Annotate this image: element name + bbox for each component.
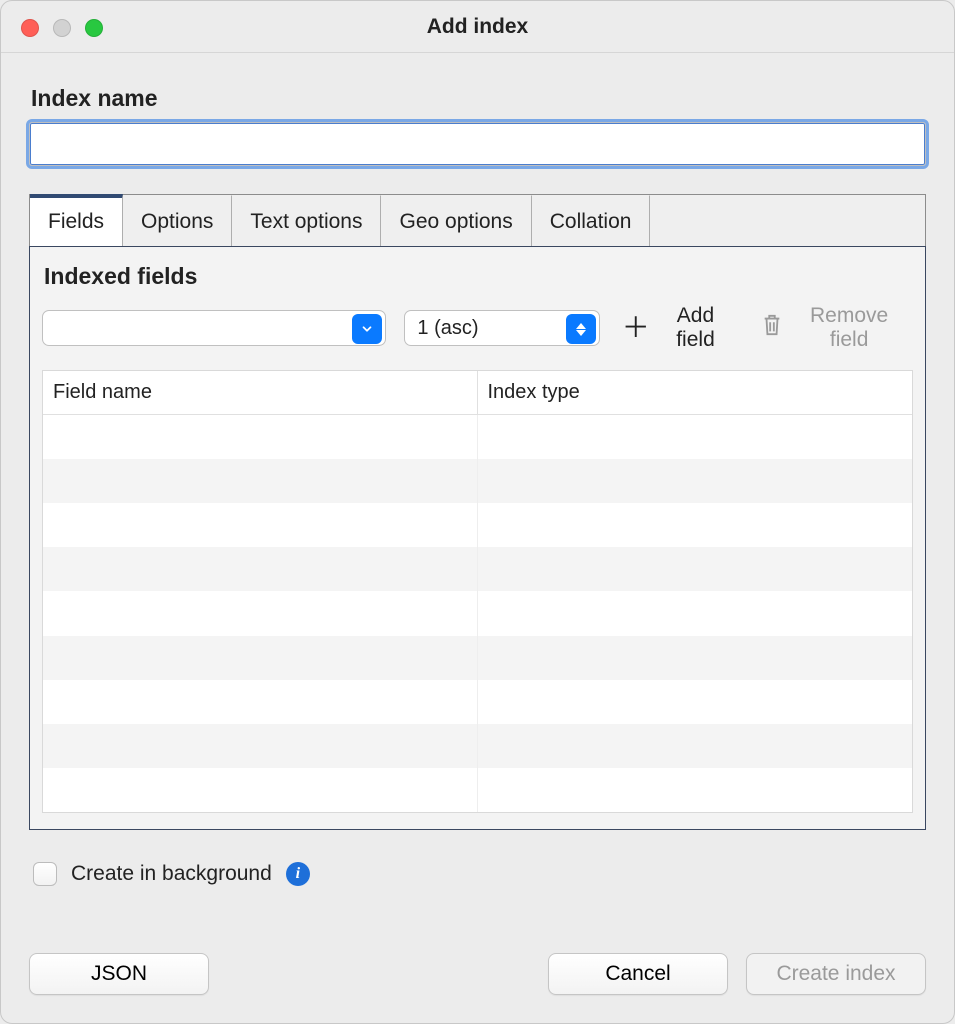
create-in-background-checkbox[interactable] [33, 862, 57, 886]
table-header: Field name Index type [43, 371, 912, 415]
fields-panel: Indexed fields 1 (asc) ＋ Add field [29, 246, 926, 830]
add-field-button[interactable]: ＋ Add field [618, 304, 740, 352]
table-row[interactable] [43, 547, 912, 591]
table-row[interactable] [43, 415, 912, 459]
zoom-window-button[interactable] [85, 19, 103, 37]
table-row[interactable] [43, 768, 912, 812]
cell-field-name [43, 636, 478, 680]
background-option-row: Create in background i [29, 830, 926, 886]
cell-field-name [43, 680, 478, 724]
cell-field-name [43, 459, 478, 503]
table-row[interactable] [43, 591, 912, 635]
table-row[interactable] [43, 503, 912, 547]
updown-icon [566, 314, 596, 344]
plus-icon: ＋ [622, 314, 650, 342]
col-field-name[interactable]: Field name [43, 371, 478, 414]
tab-text-options[interactable]: Text options [232, 195, 381, 246]
cell-field-name [43, 768, 478, 812]
tab-options[interactable]: Options [123, 195, 232, 246]
indexed-fields-heading: Indexed fields [44, 263, 913, 290]
add-index-dialog: Add index Index name Fields Options Text… [0, 0, 955, 1024]
create-index-button[interactable]: Create index [746, 953, 926, 995]
col-index-type[interactable]: Index type [478, 371, 913, 414]
index-name-label: Index name [31, 85, 926, 112]
dialog-footer: JSON Cancel Create index [1, 929, 954, 1023]
cancel-button[interactable]: Cancel [548, 953, 728, 995]
table-row[interactable] [43, 724, 912, 768]
index-order-select[interactable]: 1 (asc) [404, 310, 599, 346]
cell-field-name [43, 547, 478, 591]
cell-index-type [478, 503, 913, 547]
tab-bar: Fields Options Text options Geo options … [29, 194, 926, 246]
remove-field-button[interactable]: Remove field [757, 304, 913, 352]
cell-index-type [478, 459, 913, 503]
create-in-background-label: Create in background [71, 862, 272, 886]
table-row[interactable] [43, 636, 912, 680]
traffic-lights [21, 19, 103, 37]
tab-collation[interactable]: Collation [532, 195, 651, 246]
cell-index-type [478, 591, 913, 635]
window-title: Add index [427, 15, 529, 39]
tab-geo-options[interactable]: Geo options [381, 195, 531, 246]
info-icon[interactable]: i [286, 862, 310, 886]
cell-index-type [478, 680, 913, 724]
titlebar: Add index [1, 1, 954, 53]
json-button[interactable]: JSON [29, 953, 209, 995]
cell-field-name [43, 724, 478, 768]
cell-index-type [478, 636, 913, 680]
field-name-select[interactable] [42, 310, 386, 346]
index-order-select-value: 1 (asc) [417, 317, 478, 340]
indexed-fields-table: Field name Index type [42, 370, 913, 813]
remove-field-label: Remove field [789, 304, 909, 352]
table-body [43, 415, 912, 812]
cell-index-type [478, 547, 913, 591]
add-field-label: Add field [656, 304, 736, 352]
trash-icon [761, 312, 783, 344]
minimize-window-button[interactable] [53, 19, 71, 37]
close-window-button[interactable] [21, 19, 39, 37]
content-area: Index name Fields Options Text options G… [1, 53, 954, 929]
cell-index-type [478, 724, 913, 768]
cell-index-type [478, 768, 913, 812]
table-row[interactable] [43, 459, 912, 503]
cell-field-name [43, 415, 478, 459]
chevron-down-icon [352, 314, 382, 344]
index-name-input[interactable] [29, 122, 926, 166]
cell-field-name [43, 591, 478, 635]
table-row[interactable] [43, 680, 912, 724]
cell-field-name [43, 503, 478, 547]
field-controls-row: 1 (asc) ＋ Add field R [42, 304, 913, 352]
tab-fields[interactable]: Fields [30, 194, 123, 246]
cell-index-type [478, 415, 913, 459]
